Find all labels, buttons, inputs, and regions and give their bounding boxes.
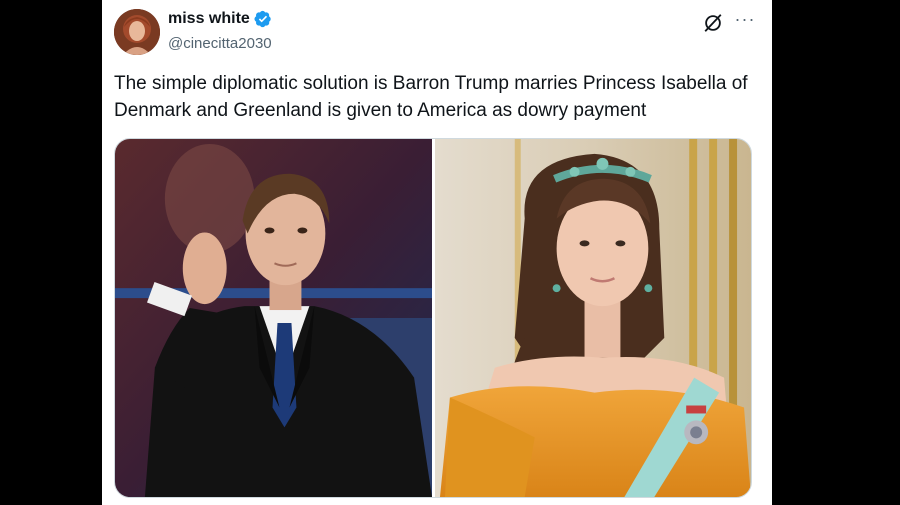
user-handle[interactable]: @cinecitta2030: [168, 35, 272, 52]
display-name[interactable]: miss white: [168, 10, 250, 28]
avatar[interactable]: [114, 9, 160, 55]
screenshot-stage: miss white @cinecitta2030 ··· The simple…: [0, 0, 900, 505]
photo-man-in-suit: [115, 139, 432, 497]
avatar-image: [114, 9, 160, 55]
photo-woman-in-gown: [434, 139, 751, 497]
media-photo-left[interactable]: [115, 139, 432, 497]
verified-badge-icon: [254, 10, 271, 28]
media-photo-right[interactable]: [434, 139, 751, 497]
grok-button[interactable]: [700, 10, 726, 36]
name-row: miss white: [168, 10, 272, 28]
tweet-media[interactable]: [114, 138, 752, 498]
tweet-card[interactable]: miss white @cinecitta2030 ··· The simple…: [102, 0, 772, 505]
more-options-icon[interactable]: ···: [732, 8, 758, 34]
tweet-text: The simple diplomatic solution is Barron…: [114, 73, 748, 121]
grok-slash-icon: [704, 14, 722, 32]
